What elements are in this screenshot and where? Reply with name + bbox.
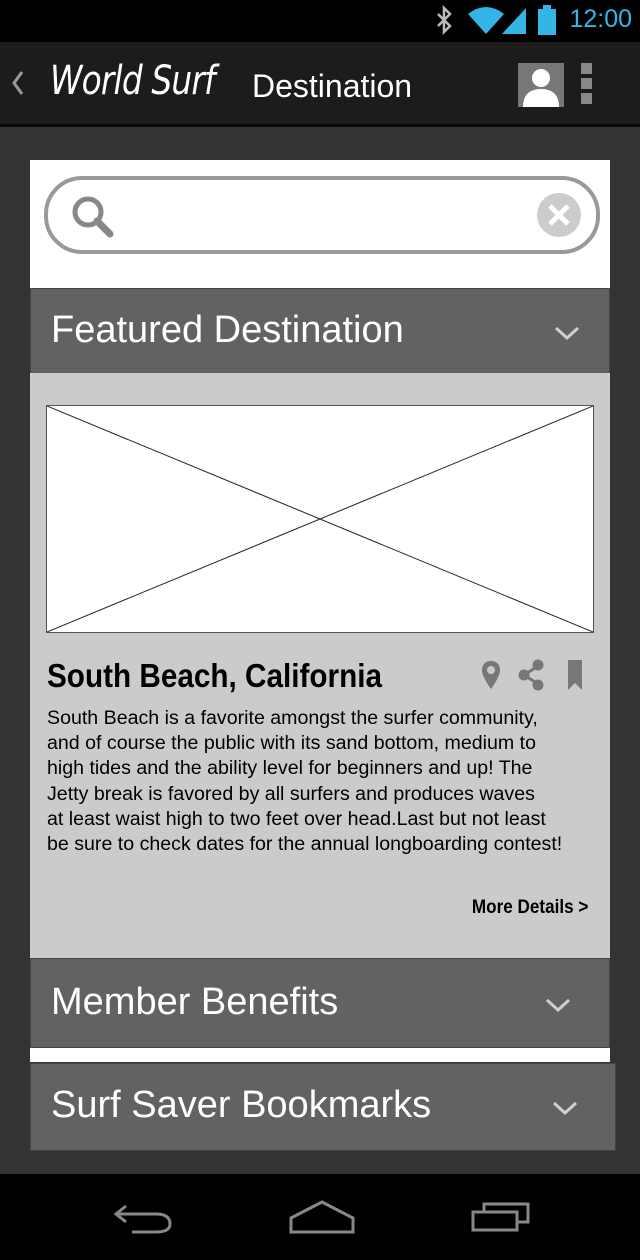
description-line: at least waist high to two feet over hea… [47, 807, 546, 830]
description-line: South Beach is a favorite amongst the su… [47, 707, 538, 729]
place-name: South Beach, California [47, 657, 382, 694]
more-details-link[interactable]: More Details > [472, 897, 588, 919]
featured-destination-label: Featured Destination [51, 309, 404, 351]
nav-recents-icon[interactable] [470, 1198, 532, 1234]
image-placeholder[interactable] [46, 405, 594, 633]
status-bar: 12:00 [0, 0, 640, 42]
featured-destination-header[interactable]: Featured Destination [30, 288, 610, 374]
description-line: and of course the public with its sand b… [47, 732, 537, 755]
nav-back-icon[interactable] [112, 1200, 174, 1236]
description-line: Jetty break is favored by all surfers an… [47, 782, 535, 805]
location-pin-icon[interactable] [480, 659, 502, 691]
search-icon[interactable] [70, 194, 114, 238]
nav-home-icon[interactable] [288, 1198, 356, 1236]
wifi-icon [468, 7, 504, 34]
back-icon[interactable] [6, 66, 28, 100]
place-description: South Beach is a favorite amongst the su… [47, 706, 607, 857]
share-icon[interactable] [517, 659, 545, 691]
featured-destination-body: South Beach, California South Beach is a… [30, 373, 610, 958]
chevron-down-icon[interactable] [553, 325, 581, 341]
signal-icon [502, 8, 526, 34]
battery-icon [538, 5, 556, 35]
app-title: World Surf [50, 58, 216, 104]
description-line: high tides and the ability level for beg… [47, 757, 533, 780]
chevron-down-icon[interactable] [551, 1100, 579, 1116]
search-area [30, 160, 610, 288]
status-time: 12:00 [569, 5, 632, 33]
status-icons [437, 4, 556, 36]
member-benefits-header[interactable]: Member Benefits [30, 958, 610, 1048]
overflow-menu-icon[interactable] [578, 63, 594, 109]
avatar[interactable] [518, 63, 564, 107]
description-line: be sure to check dates for the annual lo… [47, 833, 563, 856]
system-nav-bar [0, 1174, 640, 1260]
surf-saver-bookmarks-header[interactable]: Surf Saver Bookmarks [30, 1063, 616, 1151]
bluetooth-icon [437, 4, 452, 36]
bookmark-icon[interactable] [567, 659, 583, 691]
chevron-down-icon[interactable] [544, 997, 572, 1013]
surf-saver-bookmarks-label: Surf Saver Bookmarks [51, 1084, 432, 1126]
member-benefits-label: Member Benefits [51, 981, 339, 1023]
search-input[interactable] [44, 176, 600, 254]
clear-icon[interactable] [536, 192, 582, 238]
page-title: Destination [252, 68, 413, 104]
action-bar: World Surf Destination [0, 42, 640, 127]
